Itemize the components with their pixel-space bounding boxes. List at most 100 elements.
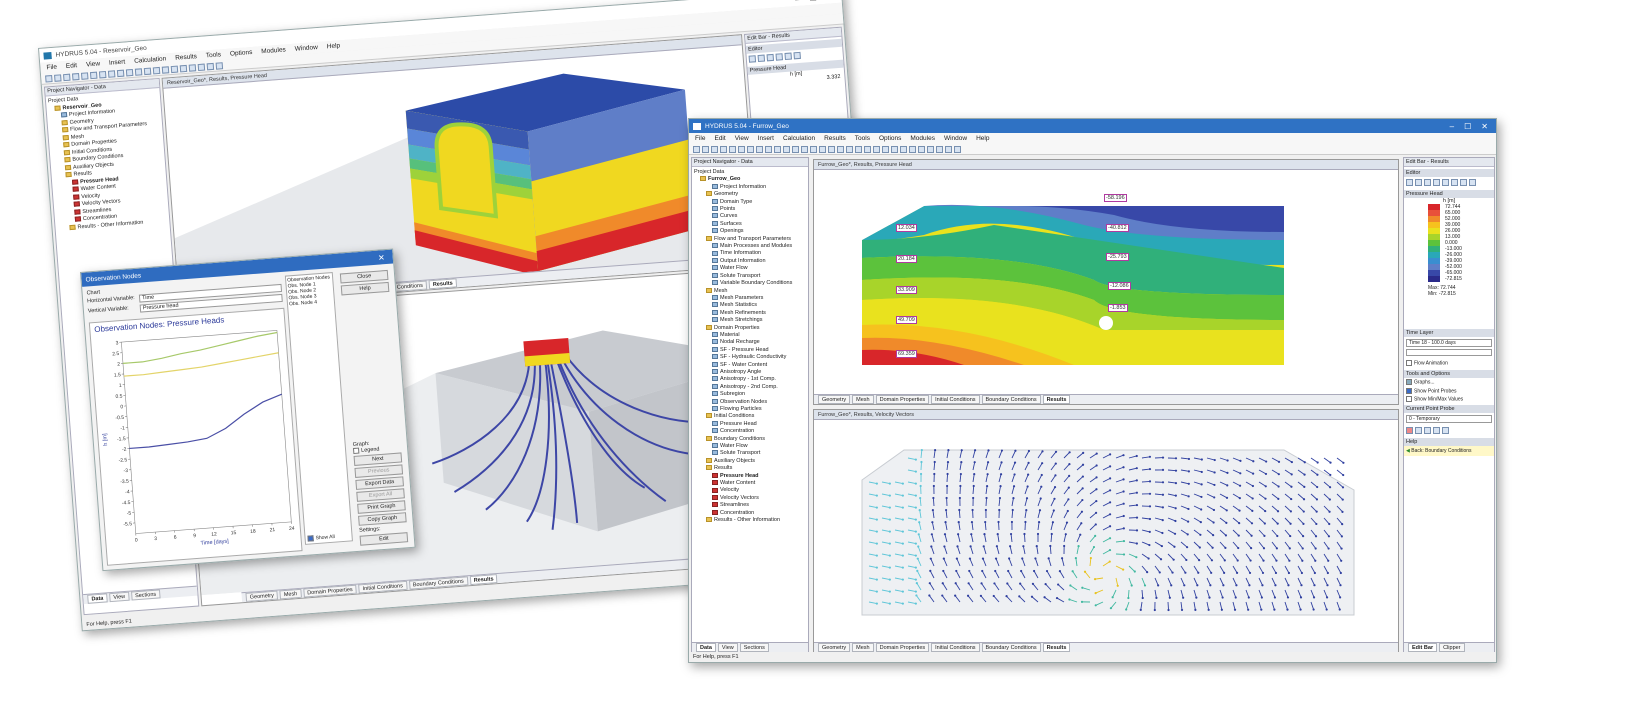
tree-item[interactable]: Concentration (694, 510, 806, 517)
time-slider[interactable] (1406, 349, 1492, 356)
tab-geometry[interactable]: Geometry (818, 395, 851, 404)
toolbar-button[interactable] (71, 72, 80, 81)
help-link[interactable]: ◀ Back: Boundary Conditions (1404, 446, 1494, 457)
editor-tool-button[interactable] (1469, 179, 1476, 186)
tree-item[interactable]: Curves (694, 213, 806, 220)
tree-item[interactable]: Solute Transport (694, 450, 806, 457)
tree-item[interactable]: Velocity (694, 487, 806, 494)
toolbar-button[interactable] (215, 61, 224, 70)
toolbar-button[interactable] (170, 65, 179, 73)
tab-mesh[interactable]: Mesh (279, 588, 302, 600)
toolbar-button[interactable] (774, 145, 781, 153)
tab-view[interactable]: View (109, 591, 130, 603)
menu-help[interactable]: Help (327, 42, 341, 50)
tree-item[interactable]: Nodal Recharge (694, 339, 806, 346)
tab-boundary-conditions[interactable]: Boundary Conditions (981, 395, 1041, 404)
toolbar-button[interactable] (161, 65, 170, 74)
tab-initial-conditions[interactable]: Initial Conditions (931, 643, 980, 652)
toolbar-button[interactable] (179, 64, 188, 72)
tree-item[interactable]: Mesh Statistics (694, 302, 806, 309)
menu-options[interactable]: Options (230, 49, 253, 58)
menu-edit[interactable]: Edit (66, 62, 78, 70)
menu-insert[interactable]: Insert (758, 135, 774, 142)
menu-calculation[interactable]: Calculation (134, 55, 167, 64)
tree-item[interactable]: Variable Boundary Conditions (694, 280, 806, 287)
tab-data[interactable]: Data (87, 593, 108, 604)
close-icon[interactable]: ✕ (826, 0, 833, 1)
tree-item[interactable]: Time Information (694, 250, 806, 257)
minimize-icon[interactable]: – (1450, 122, 1454, 131)
toolbar-button[interactable] (693, 145, 700, 153)
tree-item[interactable]: Openings (694, 228, 806, 235)
tree-item[interactable]: Anisotropy - 1st Comp. (694, 376, 806, 383)
minimize-icon[interactable]: – (795, 0, 800, 4)
toolbar-button[interactable] (98, 70, 107, 78)
toolbar-button[interactable] (54, 73, 62, 82)
tree-item[interactable]: Mesh Refinements (694, 310, 806, 317)
tree-item[interactable]: Flowing Particles (694, 406, 806, 413)
toolbar-button[interactable] (909, 145, 916, 153)
tab-domain-properties[interactable]: Domain Properties (875, 395, 930, 404)
toolbar-button[interactable] (711, 145, 718, 153)
menu-help[interactable]: Help (976, 135, 989, 142)
toolbar-button[interactable] (819, 145, 826, 153)
delete-probe-icon[interactable] (1406, 427, 1413, 435)
tab-domain-properties[interactable]: Domain Properties (875, 643, 930, 652)
toolbar-button[interactable] (783, 145, 790, 153)
toolbar-button[interactable] (738, 145, 745, 153)
tree-item[interactable]: Results - Other Information (694, 517, 806, 524)
menu-results[interactable]: Results (824, 135, 846, 142)
pressure-head-plot[interactable] (814, 170, 1398, 394)
probe-tool-button[interactable] (1415, 427, 1422, 435)
toolbar-button[interactable] (801, 145, 808, 153)
tree-item[interactable]: Geometry (694, 191, 806, 198)
menu-file[interactable]: File (46, 64, 57, 72)
toolbar-button[interactable] (927, 145, 934, 153)
tab-geometry[interactable]: Geometry (818, 643, 851, 652)
close-icon[interactable]: ✕ (1481, 122, 1488, 131)
editor-tool-button[interactable] (775, 53, 784, 61)
edit-button[interactable]: Edit (359, 532, 409, 547)
tree-item[interactable]: Main Processes and Modules (694, 243, 806, 250)
tab-clipper[interactable]: Clipper (1439, 643, 1465, 652)
tree-item[interactable]: Material (694, 332, 806, 339)
tab-initial-conditions[interactable]: Initial Conditions (358, 580, 408, 594)
tab-mesh[interactable]: Mesh (852, 643, 874, 652)
tree-item[interactable]: Boundary Conditions (694, 436, 806, 443)
toolbar-button[interactable] (837, 145, 844, 153)
editor-tool-button[interactable] (1415, 179, 1422, 186)
probe-tool-button[interactable] (1442, 427, 1449, 435)
menu-tools[interactable]: Tools (206, 51, 222, 59)
velocity-vectors-plot[interactable] (814, 420, 1398, 642)
editor-tool-button[interactable] (748, 55, 757, 63)
toolbar-button[interactable] (936, 145, 943, 153)
menu-edit[interactable]: Edit (714, 135, 725, 142)
tree-item[interactable]: Project Information (694, 184, 806, 191)
tree-item[interactable]: Observation Nodes (694, 399, 806, 406)
toolbar-button[interactable] (792, 145, 799, 153)
toolbar-button[interactable] (80, 71, 89, 80)
toolbar-button[interactable] (945, 145, 952, 153)
tab-sections[interactable]: Sections (130, 589, 161, 601)
tree-item[interactable]: Domain Properties (694, 325, 806, 332)
toolbar-button[interactable] (206, 62, 215, 70)
tree-item[interactable]: Water Flow (694, 265, 806, 272)
tab-geometry[interactable]: Geometry (245, 590, 279, 602)
flow-animation-checkbox[interactable]: Flow Animation (1404, 358, 1494, 368)
editor-tool-button[interactable] (757, 54, 766, 63)
probe-select[interactable]: 0 - Temporary (1406, 415, 1492, 424)
tree-item[interactable]: Water Flow (694, 443, 806, 450)
tab-domain-properties[interactable]: Domain Properties (302, 584, 357, 598)
tree-item[interactable]: Pressure Head (694, 421, 806, 428)
tree-item[interactable]: Subregion (694, 391, 806, 398)
editor-tool-button[interactable] (1424, 179, 1431, 186)
toolbar-button[interactable] (756, 145, 763, 153)
toolbar-button[interactable] (702, 145, 709, 153)
editor-tool-button[interactable] (1433, 179, 1440, 186)
toolbar-button[interactable] (765, 145, 772, 153)
show-all-checkbox[interactable]: Show All (307, 533, 335, 542)
tree-item[interactable]: Streamlines (694, 502, 806, 509)
graphs-link[interactable]: Graphs... (1404, 378, 1494, 386)
tree-item[interactable]: Mesh (694, 288, 806, 295)
menu-view[interactable]: View (86, 60, 100, 68)
